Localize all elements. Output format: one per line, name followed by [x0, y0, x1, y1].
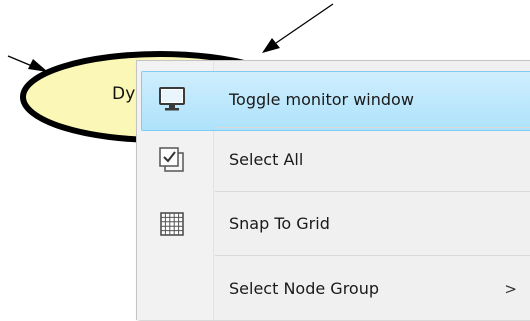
select-all-icon: [157, 146, 187, 174]
menu-item-toggle-monitor-window[interactable]: Toggle monitor window: [137, 71, 530, 131]
menu-item-select-all[interactable]: Select All: [137, 128, 530, 192]
menu-item-snap-to-grid[interactable]: Snap To Grid: [137, 192, 530, 256]
menu-item-select-node-group[interactable]: Select Node Group >: [137, 257, 530, 321]
submenu-arrow-icon: >: [504, 280, 517, 298]
menu-separator: [215, 255, 530, 256]
grid-icon: [157, 210, 187, 238]
incoming-edge-top[interactable]: [262, 3, 334, 53]
incoming-edge-left[interactable]: [7, 55, 48, 72]
menu-item-label: Snap To Grid: [229, 214, 330, 233]
monitor-icon: [157, 85, 187, 113]
menu-item-label: Toggle monitor window: [229, 90, 414, 109]
menu-item-label: Select Node Group: [229, 279, 379, 298]
menu-item-label: Select All: [229, 150, 304, 169]
context-menu: Toggle monitor window Select All Snap To…: [136, 60, 530, 320]
node-label: Dy: [112, 84, 136, 104]
